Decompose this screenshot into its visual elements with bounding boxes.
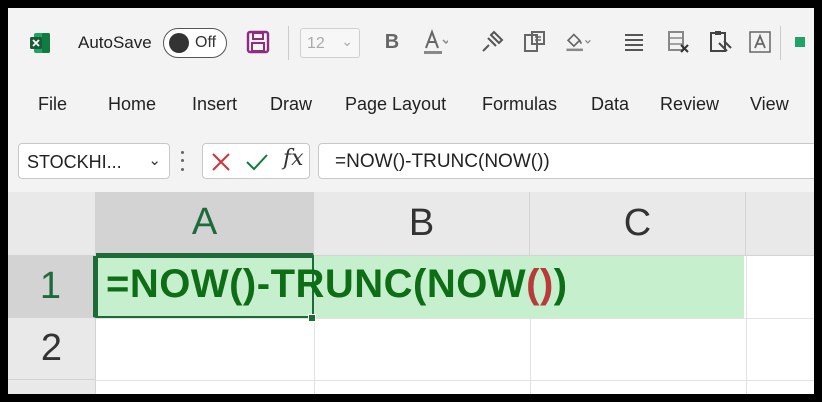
- formula-bar: STOCKHI... ⌄ fx =NOW()-TRUNC(NOW()): [8, 138, 814, 184]
- paste-values-svg: [710, 31, 732, 52]
- spreadsheet-grid: A B C 1 2 =NOW()-TRUNC(NOW()): [8, 192, 814, 394]
- toggle-knob: [169, 33, 189, 53]
- toolbar-separator: [780, 26, 781, 60]
- tab-review[interactable]: Review: [660, 94, 719, 115]
- row-header-3[interactable]: [8, 380, 96, 394]
- bold-icon[interactable]: B: [378, 28, 406, 56]
- paste-special-icon[interactable]: [520, 28, 548, 56]
- clear-icon[interactable]: [664, 28, 692, 56]
- tab-draw[interactable]: Draw: [270, 94, 312, 115]
- select-all-corner[interactable]: [8, 192, 96, 256]
- insert-function-icon[interactable]: fx: [283, 146, 304, 171]
- autosave-state: Off: [195, 34, 217, 51]
- paste-special-svg: [524, 31, 545, 52]
- ribbon-tabs: File Home Insert Draw Page Layout Formul…: [8, 86, 814, 124]
- formula-suffix: ): [553, 262, 568, 306]
- quick-access-toolbar: AutoSave Off 12 ⌄ B: [8, 8, 814, 80]
- excel-window: AutoSave Off 12 ⌄ B File Home Insert Dra…: [8, 8, 814, 394]
- tab-page-layout[interactable]: Page Layout: [345, 94, 446, 115]
- formula-buttons: fx: [202, 143, 310, 179]
- row-header-1[interactable]: 1: [8, 256, 96, 318]
- gridline: [96, 380, 814, 381]
- excel-logo-icon: [30, 33, 50, 53]
- more-icon[interactable]: [792, 28, 808, 56]
- cancel-icon[interactable]: [211, 152, 231, 172]
- column-header-a[interactable]: A: [96, 192, 314, 256]
- tab-view[interactable]: View: [750, 94, 789, 115]
- fill-color-svg: [566, 33, 591, 52]
- column-header-next[interactable]: [746, 192, 814, 256]
- clear-svg: [668, 31, 689, 53]
- formula-input[interactable]: =NOW()-TRUNC(NOW()): [318, 143, 814, 179]
- save-svg: [246, 30, 270, 54]
- text-box-icon[interactable]: [746, 28, 774, 56]
- toolbar-separator: [288, 26, 289, 60]
- save-icon[interactable]: [244, 28, 272, 56]
- name-box-value: STOCKHI...: [27, 152, 122, 172]
- drag-handle-icon[interactable]: [178, 148, 186, 174]
- enter-check-icon[interactable]: [245, 152, 269, 172]
- format-painter-svg: [482, 30, 504, 52]
- chevron-down-icon: ⌄: [341, 33, 353, 49]
- align-svg: [625, 34, 643, 51]
- autosave-toggle[interactable]: Off: [163, 28, 227, 58]
- gridline: [96, 318, 814, 319]
- chevron-down-icon[interactable]: ⌄: [148, 151, 161, 169]
- tab-home[interactable]: Home: [108, 94, 156, 115]
- format-painter-icon[interactable]: [478, 28, 506, 56]
- align-icon[interactable]: [620, 28, 648, 56]
- formula-prefix: =NOW()-TRUNC(NOW: [106, 262, 527, 306]
- autosave-label: AutoSave: [78, 33, 152, 52]
- font-size-select[interactable]: 12 ⌄: [300, 28, 360, 58]
- tab-insert[interactable]: Insert: [192, 94, 237, 115]
- tab-formulas[interactable]: Formulas: [482, 94, 557, 115]
- row-header-2[interactable]: 2: [8, 318, 96, 380]
- font-color-icon[interactable]: [420, 28, 448, 56]
- matching-paren: (): [526, 262, 554, 306]
- gridline: [746, 256, 747, 394]
- tab-data[interactable]: Data: [591, 94, 629, 115]
- name-box[interactable]: STOCKHI... ⌄: [18, 143, 170, 179]
- column-header-c[interactable]: C: [530, 192, 746, 256]
- column-header-b[interactable]: B: [314, 192, 530, 256]
- paste-values-icon[interactable]: [706, 28, 734, 56]
- fill-color-icon[interactable]: [564, 28, 592, 56]
- cell-a1-formula[interactable]: =NOW()-TRUNC(NOW()): [106, 262, 568, 307]
- formula-text: =NOW()-TRUNC(NOW()): [335, 151, 550, 172]
- fill-handle[interactable]: [308, 314, 316, 322]
- more-svg: [795, 37, 805, 47]
- text-box-svg: [749, 31, 771, 53]
- font-color-svg: [424, 29, 448, 54]
- font-size-value: 12: [307, 35, 325, 52]
- tab-file[interactable]: File: [38, 94, 67, 115]
